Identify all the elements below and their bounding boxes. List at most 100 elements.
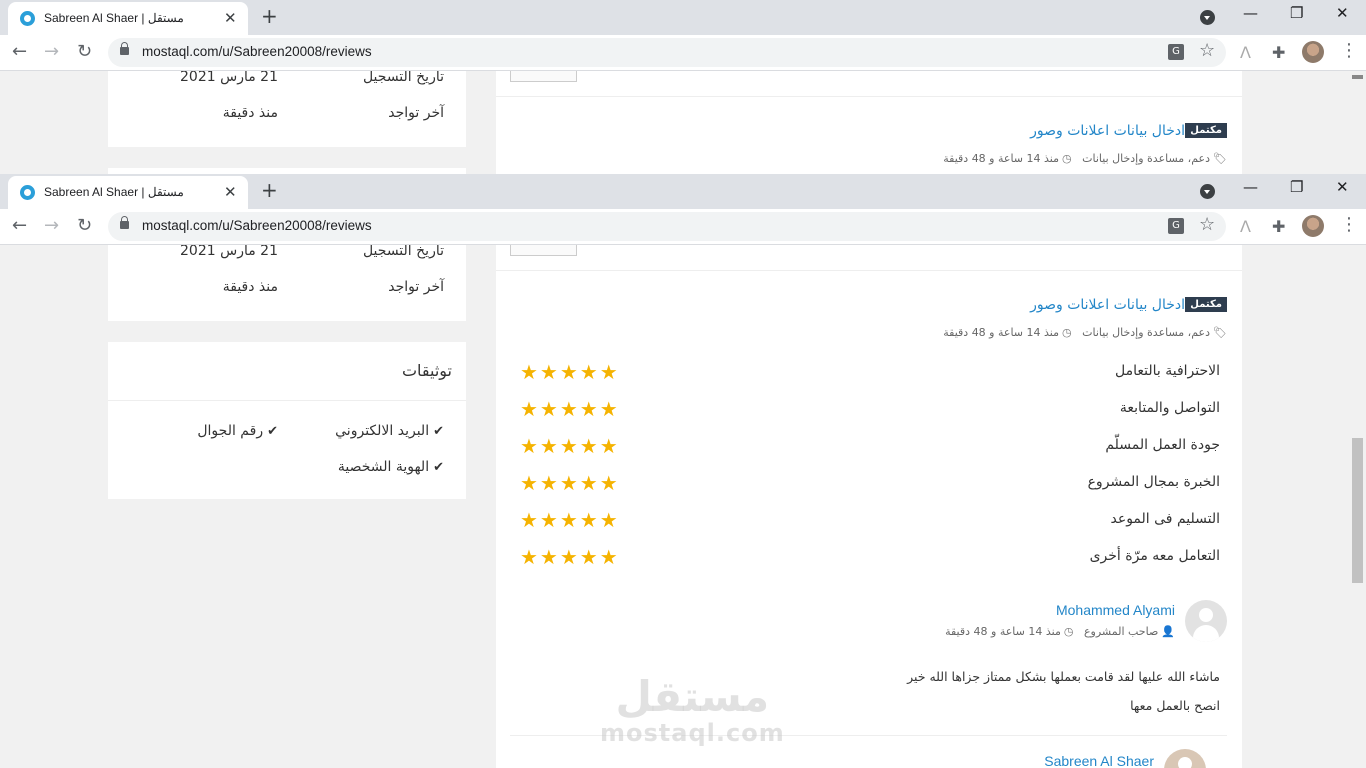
close-window-button[interactable]: ✕ — [1336, 4, 1349, 22]
url-text[interactable]: mostaql.com/u/Sabreen20008/reviews — [142, 218, 372, 233]
check-icon: ✔ — [433, 460, 444, 475]
new-tab-button[interactable]: + — [261, 178, 278, 202]
project-category[interactable]: دعم، مساعدة وإدخال بيانات — [1082, 326, 1210, 339]
back-button[interactable]: ← — [12, 215, 27, 236]
rating-row: الخبرة بمجال المشروع ★★★★★ — [496, 471, 1242, 504]
rating-row: التسليم فى الموعد ★★★★★ — [496, 508, 1242, 541]
clock-icon: ◷ — [1063, 625, 1074, 638]
mostaql-watermark-logo: مستقل mostaql.com — [600, 672, 785, 748]
close-tab-icon[interactable]: ✕ — [224, 9, 237, 27]
scrollbar-top[interactable] — [1350, 71, 1366, 174]
review-text-line: انصح بالعمل معها — [1130, 698, 1220, 713]
last-seen-value: منذ دقيقة — [222, 279, 278, 295]
status-badge: مكتمل — [1185, 297, 1227, 312]
check-icon: ✔ — [433, 424, 444, 439]
restore-button[interactable]: ❐ — [1290, 178, 1303, 196]
star-rating-icon: ★★★★★ — [520, 508, 620, 532]
close-window-button[interactable]: ✕ — [1336, 178, 1349, 196]
last-seen-row: آخر تواجد منذ دقيقة — [108, 105, 466, 135]
more-button-box[interactable] — [510, 71, 577, 82]
translate-icon[interactable]: G — [1168, 218, 1184, 234]
rating-row: الاحترافية بالتعامل ★★★★★ — [496, 360, 1242, 393]
bookmark-star-icon[interactable]: ☆ — [1199, 214, 1215, 235]
extension-icon[interactable]: Λ — [1240, 43, 1251, 62]
address-bar[interactable]: mostaql.com/u/Sabreen20008/reviews G ☆ — [108, 38, 1226, 67]
reviewer-role: صاحب المشروع — [1083, 625, 1159, 638]
project-meta: 🏷دعم، مساعدة وإدخال بيانات ◷منذ 14 ساعة … — [943, 326, 1227, 339]
tab-search-icon[interactable] — [1200, 184, 1215, 199]
review-text-line: ماشاء الله عليها لقد قامت بعملها بشكل مم… — [907, 669, 1220, 684]
lock-icon[interactable] — [120, 42, 129, 55]
back-button[interactable]: ← — [12, 41, 27, 62]
project-title-link[interactable]: ادخال بيانات اعلانات وصور — [1030, 297, 1185, 313]
star-rating-icon: ★★★★★ — [520, 397, 620, 421]
rating-row: جودة العمل المسلّم ★★★★★ — [496, 434, 1242, 467]
star-rating-icon: ★★★★★ — [520, 471, 620, 495]
page-content-bottom: تاريخ التسجيل 21 مارس 2021 آخر تواجد منذ… — [0, 245, 1366, 768]
minimize-button[interactable]: — — [1243, 178, 1258, 196]
project-time: منذ 14 ساعة و 48 دقيقة — [943, 326, 1060, 339]
watermark-arabic: مستقل — [615, 672, 770, 721]
registration-row: تاريخ التسجيل 21 مارس 2021 — [108, 71, 466, 99]
last-seen-value: منذ دقيقة — [222, 105, 278, 121]
last-seen-label: آخر تواجد — [388, 279, 444, 295]
bookmark-star-icon[interactable]: ☆ — [1199, 40, 1215, 61]
mostaql-favicon-icon — [20, 185, 35, 200]
browser-tab[interactable]: Sabreen Al Shaer | مستقل ✕ — [8, 2, 248, 35]
reload-button[interactable]: ↻ — [77, 41, 92, 62]
browser-chrome-bottom: Sabreen Al Shaer | مستقل ✕ + — ❐ ✕ ← → ↻… — [0, 174, 1366, 245]
forward-button[interactable]: → — [44, 215, 59, 236]
divider — [496, 96, 1242, 97]
reply-avatar[interactable] — [1164, 749, 1206, 768]
tab-title: Sabreen Al Shaer | مستقل — [44, 11, 184, 25]
project-category[interactable]: دعم، مساعدة وإدخال بيانات — [1082, 152, 1210, 165]
browser-tab[interactable]: Sabreen Al Shaer | مستقل ✕ — [8, 176, 248, 209]
reviewer-name-link[interactable]: Mohammed Alyami — [1056, 602, 1175, 618]
puzzle-extensions-icon[interactable]: ✚ — [1272, 43, 1285, 62]
email-verification: ✔البريد الالكتروني — [335, 423, 444, 439]
lock-icon[interactable] — [120, 216, 129, 229]
more-button-box[interactable] — [510, 245, 577, 256]
puzzle-extensions-icon[interactable]: ✚ — [1272, 217, 1285, 236]
email-label: البريد الالكتروني — [335, 423, 430, 439]
registration-label: تاريخ التسجيل — [362, 245, 444, 259]
last-seen-label: آخر تواجد — [388, 105, 444, 121]
last-seen-row: آخر تواجد منذ دقيقة — [108, 279, 466, 309]
url-text[interactable]: mostaql.com/u/Sabreen20008/reviews — [142, 44, 372, 59]
menu-dots-icon[interactable]: ⋮ — [1340, 40, 1358, 61]
translate-icon[interactable]: G — [1168, 44, 1184, 60]
reply-name-link[interactable]: Sabreen Al Shaer — [1044, 753, 1154, 768]
menu-dots-icon[interactable]: ⋮ — [1340, 214, 1358, 235]
profile-avatar[interactable] — [1302, 215, 1324, 237]
close-tab-icon[interactable]: ✕ — [224, 183, 237, 201]
reviewer-avatar[interactable] — [1185, 600, 1227, 642]
tag-icon: 🏷 — [1213, 152, 1227, 165]
restore-button[interactable]: ❐ — [1290, 4, 1303, 22]
divider — [496, 270, 1242, 271]
star-rating-icon: ★★★★★ — [520, 434, 620, 458]
identity-verification: ✔الهوية الشخصية — [338, 459, 444, 475]
project-meta: 🏷دعم، مساعدة وإدخال بيانات ◷منذ 14 ساعة … — [943, 152, 1227, 165]
registration-label: تاريخ التسجيل — [362, 71, 444, 85]
scroll-up-arrow[interactable] — [1352, 75, 1363, 79]
tab-strip: Sabreen Al Shaer | مستقل ✕ + — ❐ ✕ — [0, 174, 1366, 209]
minimize-button[interactable]: — — [1243, 4, 1258, 22]
registration-value: 21 مارس 2021 — [180, 245, 278, 259]
identity-label: الهوية الشخصية — [337, 459, 430, 475]
rating-label: التعامل معه مرّة أخرى — [1089, 548, 1220, 564]
tab-search-icon[interactable] — [1200, 10, 1215, 25]
new-tab-button[interactable]: + — [261, 4, 278, 28]
profile-avatar[interactable] — [1302, 41, 1324, 63]
review-card-top: مكتمل ادخال بيانات اعلانات وصور 🏷دعم، مس… — [496, 71, 1242, 174]
review-time: منذ 14 ساعة و 48 دقيقة — [945, 625, 1061, 638]
star-rating-icon: ★★★★★ — [520, 545, 620, 569]
extension-icon[interactable]: Λ — [1240, 217, 1251, 236]
watermark-latin: mostaql.com — [600, 719, 785, 747]
rating-label: الخبرة بمجال المشروع — [1087, 474, 1220, 490]
address-bar[interactable]: mostaql.com/u/Sabreen20008/reviews G ☆ — [108, 212, 1226, 241]
project-title-link[interactable]: ادخال بيانات اعلانات وصور — [1030, 123, 1185, 139]
reload-button[interactable]: ↻ — [77, 215, 92, 236]
forward-button[interactable]: → — [44, 41, 59, 62]
scroll-thumb[interactable] — [1352, 438, 1363, 583]
scrollbar[interactable] — [1350, 245, 1366, 768]
